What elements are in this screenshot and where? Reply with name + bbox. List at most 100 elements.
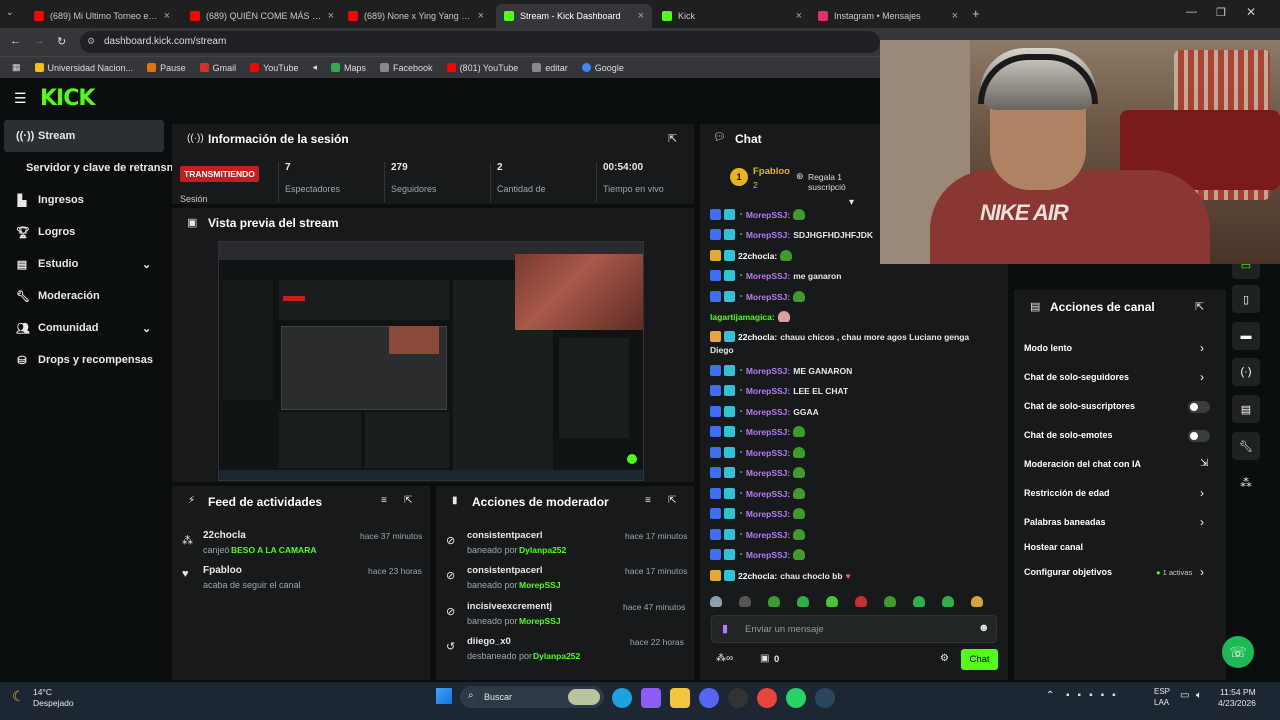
external-link-icon[interactable]: ⇲: [1200, 458, 1208, 469]
chat-message[interactable]: ◔ MorepSSJ: SDJHGFHDJHFJDK: [710, 229, 873, 240]
kick-logo[interactable]: KICK: [40, 86, 95, 111]
back-icon[interactable]: ←: [10, 35, 21, 47]
bookmark-item[interactable]: Maps: [331, 63, 366, 73]
chat-message[interactable]: 22chocla: chauu chicos , chau more agos L…: [710, 331, 969, 342]
chat-username[interactable]: MorepSSJ:: [746, 230, 790, 240]
quick-community-icon[interactable]: ⁂: [1240, 476, 1252, 490]
sidebar-item-comunidad[interactable]: 👥︎ Comunidad ⌄: [0, 312, 168, 344]
sidebar-item-estudio[interactable]: ▤ Estudio ⌄: [0, 248, 168, 280]
emotes-only-toggle[interactable]: [1188, 430, 1210, 442]
arrow-icon[interactable]: ◂: [312, 62, 317, 73]
forward-icon[interactable]: →: [34, 35, 45, 47]
filter-icon[interactable]: ≡: [645, 495, 651, 506]
apps-icon[interactable]: ▦: [12, 62, 21, 73]
chat-username[interactable]: MorepSSJ:: [746, 210, 790, 220]
discord-icon[interactable]: [699, 688, 719, 708]
action-followers-only[interactable]: Chat de solo-seguidores: [1024, 372, 1129, 382]
emote-icon[interactable]: [971, 595, 983, 607]
popout-icon[interactable]: ⇱: [668, 495, 676, 506]
action-configure-goals[interactable]: Configurar objetivos: [1024, 567, 1112, 577]
chat-message[interactable]: ◔ MorepSSJ:: [710, 447, 806, 458]
emote-icon[interactable]: [913, 595, 925, 607]
network-icon[interactable]: ▭: [1180, 690, 1189, 701]
close-tab-icon[interactable]: ×: [796, 10, 802, 22]
quick-window-button[interactable]: ▤: [1232, 395, 1260, 423]
chat-username[interactable]: MorepSSJ:: [746, 550, 790, 560]
menu-icon[interactable]: ☰: [14, 90, 27, 107]
chat-message[interactable]: ◔ MorepSSJ:: [710, 508, 806, 519]
emote-icon[interactable]: [739, 595, 751, 607]
chat-message[interactable]: ◔ MorepSSJ:: [710, 529, 806, 540]
bookmark-item[interactable]: Gmail: [199, 63, 236, 73]
viewers-icon[interactable]: ⁂∞: [716, 653, 733, 664]
chat-message[interactable]: ◔ MorepSSJ:: [710, 291, 806, 302]
chat-username[interactable]: MorepSSJ:: [746, 427, 790, 437]
chevron-right-icon[interactable]: ›: [1200, 515, 1204, 529]
close-tab-icon[interactable]: ×: [952, 10, 958, 22]
chat-message[interactable]: ◔ MorepSSJ:: [710, 209, 806, 220]
chat-username[interactable]: MorepSSJ:: [746, 489, 790, 499]
close-window-button[interactable]: ✕: [1246, 5, 1256, 19]
chat-username[interactable]: MorepSSJ:: [746, 271, 790, 281]
popout-icon[interactable]: ⇱: [404, 495, 412, 506]
maximize-button[interactable]: ❐: [1216, 6, 1226, 19]
bookmark-item[interactable]: Pause: [147, 63, 186, 73]
new-tab-button[interactable]: +: [972, 6, 980, 21]
bookmark-item[interactable]: Google: [581, 63, 624, 73]
chat-message[interactable]: ◔ MorepSSJ: ME GANARON: [710, 365, 852, 376]
emote-icon[interactable]: [797, 595, 809, 607]
bookmark-item[interactable]: Facebook: [380, 63, 433, 73]
popout-icon[interactable]: ⇱: [1195, 300, 1204, 313]
chat-message[interactable]: lagartijamagica:: [710, 311, 790, 322]
chevron-right-icon[interactable]: ›: [1200, 341, 1204, 355]
popout-icon[interactable]: ⇱: [668, 132, 677, 145]
sidebar-item-ingresos[interactable]: ▙ Ingresos: [0, 184, 168, 216]
bookmark-item[interactable]: Universidad Nacion...: [34, 63, 133, 73]
emote-icon[interactable]: [710, 595, 722, 607]
settings-gear-icon[interactable]: ⚙: [940, 653, 949, 664]
sidebar-item-drops[interactable]: ⛁ Drops y recompensas: [0, 344, 168, 376]
emote-icon[interactable]: [942, 595, 954, 607]
emote-icon[interactable]: [768, 595, 780, 607]
stream-preview-video[interactable]: [218, 241, 644, 481]
close-tab-icon[interactable]: ×: [638, 10, 644, 22]
sidebar-item-moderacion[interactable]: 🔧︎ Moderación: [0, 280, 168, 312]
chat-username[interactable]: 22chocla:: [738, 571, 777, 581]
bookmark-item[interactable]: YouTube: [250, 63, 298, 73]
browser-tab[interactable]: Kick ×: [654, 4, 810, 28]
chrome-icon[interactable]: [757, 688, 777, 708]
obs-icon[interactable]: [728, 688, 748, 708]
chevron-right-icon[interactable]: ›: [1200, 486, 1204, 500]
browser-tab[interactable]: (689) None x Ying Yang x Esta ×: [340, 4, 492, 28]
copilot-icon[interactable]: [641, 688, 661, 708]
quick-broadcast-button[interactable]: (·): [1232, 358, 1260, 386]
chat-message[interactable]: ◔ MorepSSJ:: [710, 488, 806, 499]
chat-message[interactable]: ◔ MorepSSJ: LEE EL CHAT: [710, 385, 848, 396]
chat-message[interactable]: ◔ MorepSSJ:: [710, 426, 806, 437]
chat-message[interactable]: 22chocla:: [710, 250, 793, 261]
store-icon[interactable]: ▣: [760, 653, 769, 664]
chat-message[interactable]: ◔ MorepSSJ: me ganaron: [710, 270, 841, 281]
chat-username[interactable]: 22chocla:: [738, 332, 777, 342]
tab-list-button[interactable]: ⌄: [6, 7, 14, 18]
chat-username[interactable]: MorepSSJ:: [746, 366, 790, 376]
chat-username[interactable]: MorepSSJ:: [746, 509, 790, 519]
whatsapp-icon[interactable]: [786, 688, 806, 708]
windows-start-icon[interactable]: [436, 688, 452, 704]
chevron-right-icon[interactable]: ›: [1200, 565, 1204, 579]
browser-tab[interactable]: (689) Mi Ultimo Torneo en Mar ×: [26, 4, 178, 28]
emote-icon[interactable]: [855, 595, 867, 607]
chat-message[interactable]: 22chocla: chau choclo bb ♥: [710, 570, 851, 581]
quick-chat-button[interactable]: ▬: [1232, 322, 1260, 350]
chat-message[interactable]: ◔ MorepSSJ: GGAA: [710, 406, 819, 417]
close-tab-icon[interactable]: ×: [328, 10, 334, 22]
browser-tab[interactable]: (689) QUIÉN COME MÁS NUGG ×: [182, 4, 342, 28]
chat-send-button[interactable]: Chat: [961, 649, 998, 670]
chat-username[interactable]: MorepSSJ:: [746, 386, 790, 396]
chevron-right-icon[interactable]: ›: [1200, 370, 1204, 384]
chat-username[interactable]: MorepSSJ:: [746, 468, 790, 478]
steam-icon[interactable]: [815, 688, 835, 708]
action-age-restriction[interactable]: Restricción de edad: [1024, 488, 1110, 498]
chat-message[interactable]: ◔ MorepSSJ:: [710, 549, 806, 560]
chat-username[interactable]: MorepSSJ:: [746, 407, 790, 417]
